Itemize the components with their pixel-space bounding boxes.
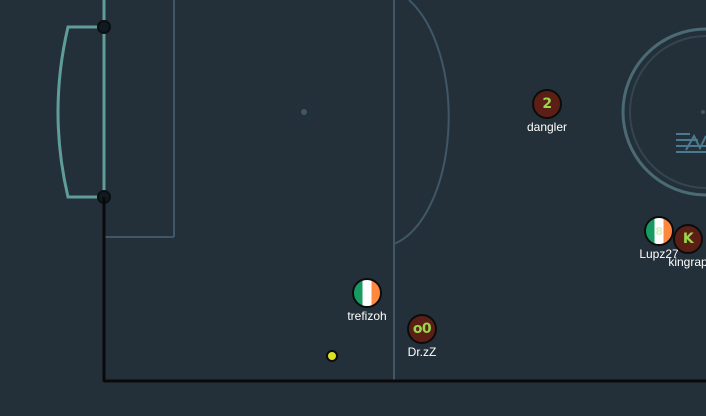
penalty-spot [301,109,307,115]
player-avatar: o0 [412,321,432,337]
player-disc: K [673,224,703,254]
player-dangler[interactable]: 2 dangler [527,89,567,134]
player-avatar: K [682,231,694,247]
player-avatar: 8 [655,224,663,238]
goal-post-top [97,20,111,34]
player-disc: 2 [532,89,562,119]
player-name: kingrap [668,255,706,269]
ball [326,350,338,362]
player-avatar: 2 [542,96,552,112]
pitch [0,0,706,416]
game-viewport[interactable]: 2 dangler trefizoh o0 Dr.zZ 8 Lupz27 K k… [0,0,706,416]
center-spot [701,110,705,114]
player-lupz27[interactable]: 8 Lupz27 [639,216,679,261]
ireland-flag-icon: 8 [644,216,674,246]
player-name: Dr.zZ [407,345,437,359]
player-drzz[interactable]: o0 Dr.zZ [407,314,437,359]
player-disc: o0 [407,314,437,344]
player-kingrap[interactable]: K kingrap [668,224,706,269]
player-name: dangler [526,120,568,134]
player-name: trefizoh [347,309,387,323]
pitch-background [0,0,706,416]
player-trefizoh[interactable]: trefizoh [347,278,387,323]
ireland-flag-icon [352,278,382,308]
